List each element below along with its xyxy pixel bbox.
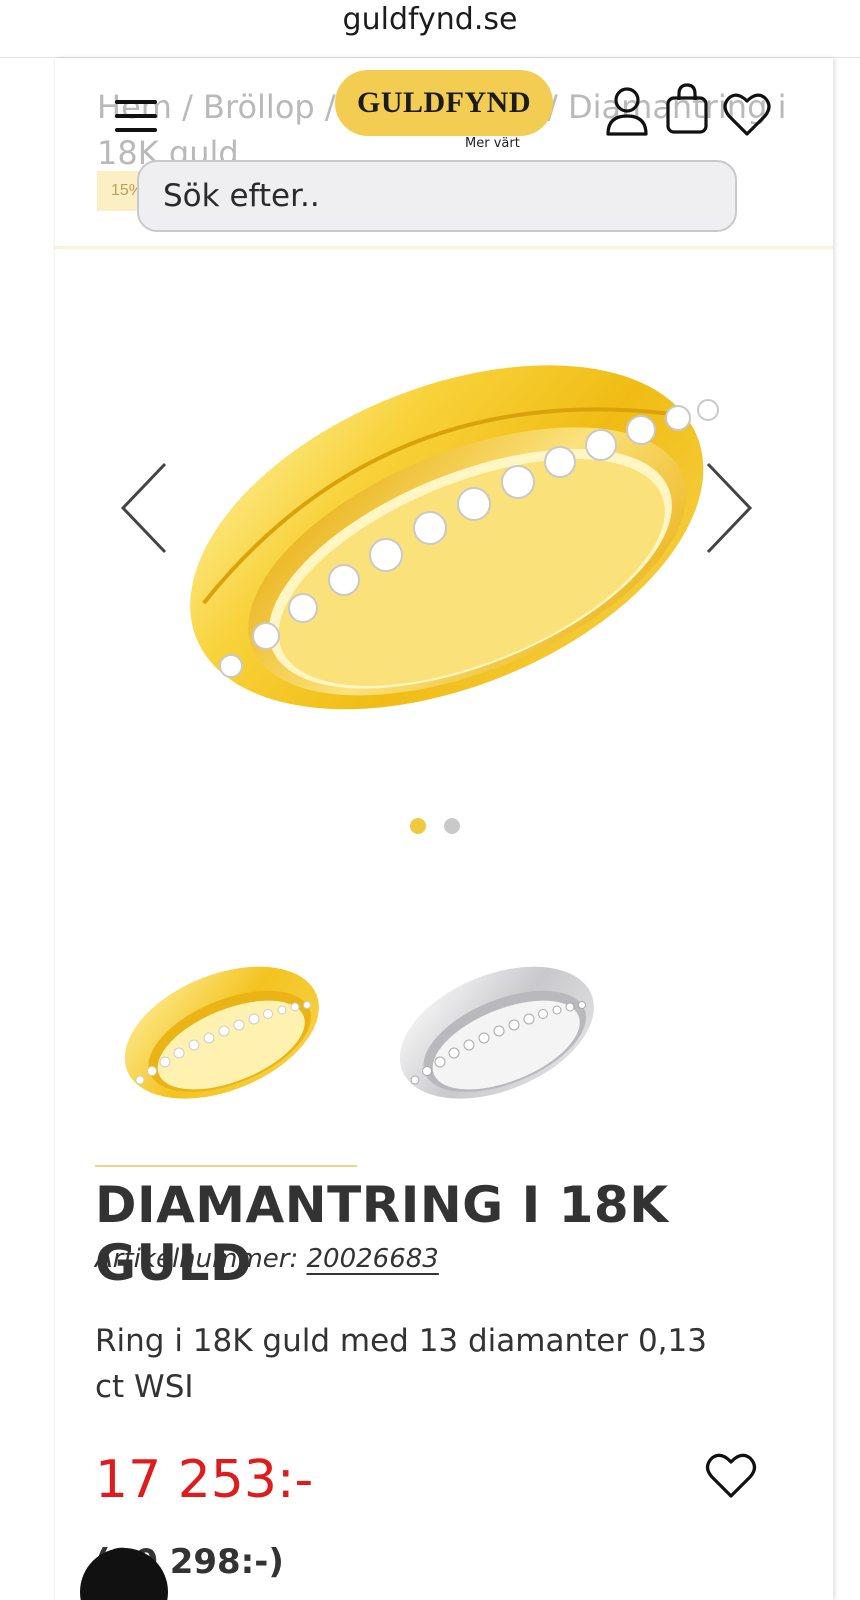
menu-icon[interactable]	[115, 100, 157, 136]
url-text[interactable]: guldfynd.se	[0, 2, 860, 37]
article-number-row: Artikelnummer: 20026683	[95, 1244, 439, 1274]
product-page: Hem / Bröllop / Vigselringar / Diamantri…	[55, 58, 833, 1600]
product-price: 17 253:-	[95, 1450, 314, 1510]
thumbnail-white-gold-ring[interactable]	[385, 928, 605, 1128]
product-title: DIAMANTRING I 18K GULD	[95, 1176, 669, 1292]
product-description: Ring i 18K guld med 13 diamanter 0,13 ct…	[95, 1323, 707, 1405]
next-image-arrow-icon[interactable]	[700, 460, 756, 556]
gallery-dot[interactable]	[444, 818, 460, 834]
heart-icon[interactable]	[723, 92, 771, 138]
thumbnail-gold-ring[interactable]	[110, 928, 330, 1128]
logo-text: GULDFYND	[357, 86, 531, 119]
header-divider	[55, 246, 833, 249]
site-logo[interactable]: GULDFYND	[335, 70, 553, 136]
user-icon[interactable]	[605, 86, 649, 138]
article-number-label: Artikelnummer:	[95, 1244, 299, 1274]
article-number[interactable]: 20026683	[307, 1244, 439, 1274]
search-input[interactable]: Sök efter..	[137, 160, 737, 232]
logo-tagline: Mer värt	[465, 136, 520, 151]
gallery-dot-active[interactable]	[410, 818, 426, 834]
product-main-image[interactable]	[133, 258, 753, 798]
previous-image-arrow-icon[interactable]	[117, 460, 173, 556]
browser-url-bar[interactable]: guldfynd.se	[0, 0, 860, 58]
title-accent-rule	[95, 1165, 357, 1167]
gallery-pagination	[410, 818, 470, 838]
add-to-wishlist-heart-icon[interactable]	[705, 1452, 757, 1500]
shopping-bag-icon[interactable]	[665, 82, 709, 136]
